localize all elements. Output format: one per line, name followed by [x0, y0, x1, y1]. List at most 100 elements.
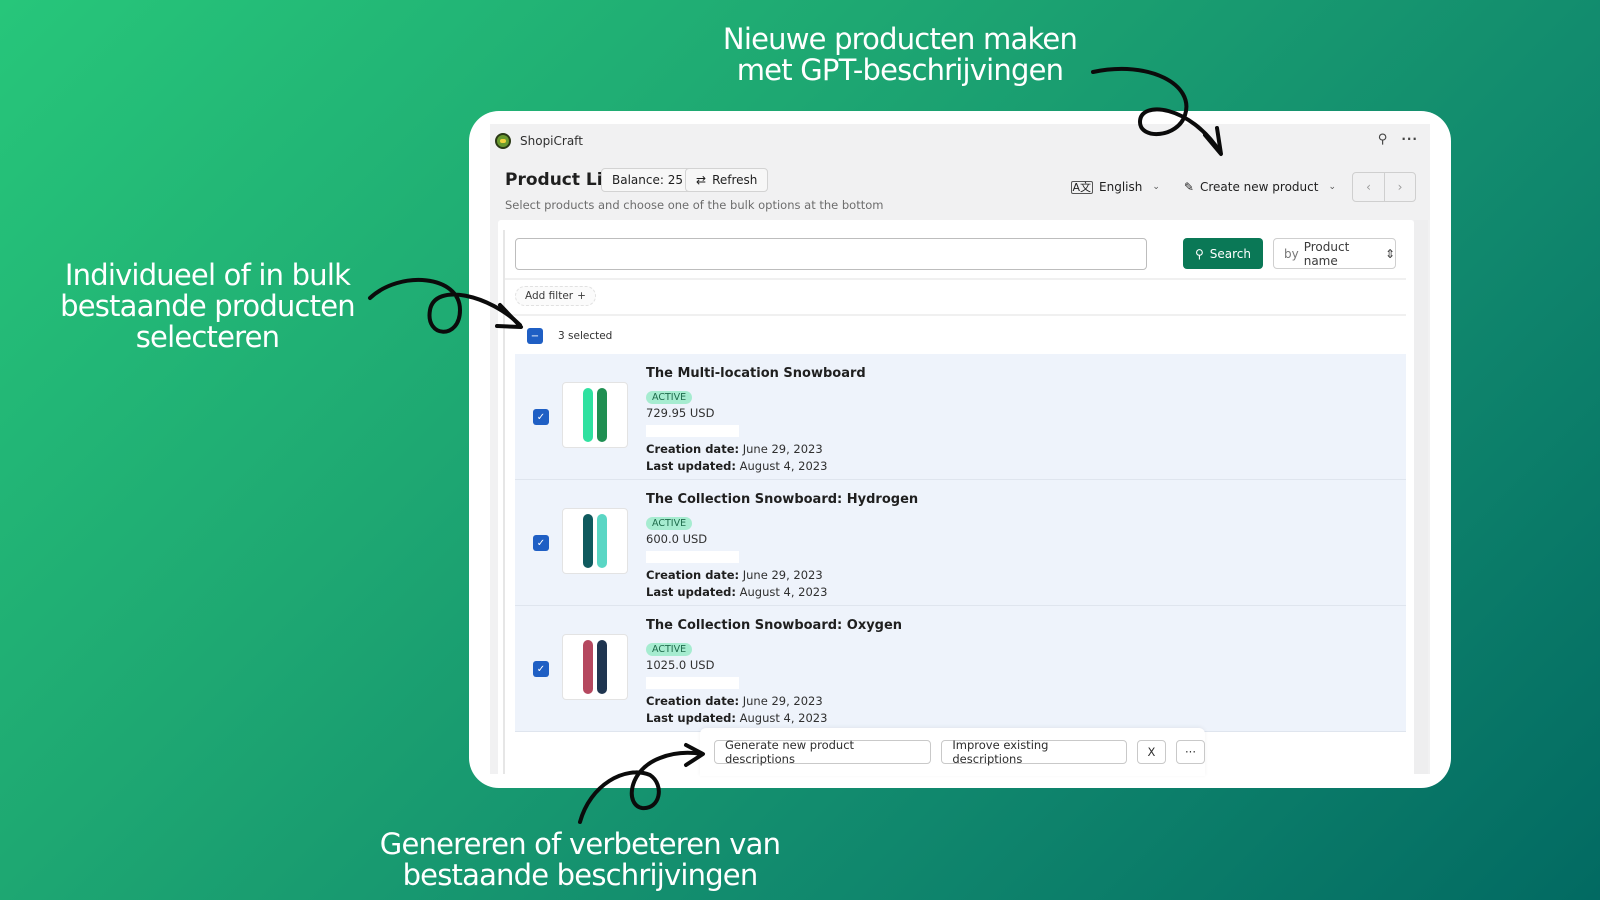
- search-icon: ⚲: [1194, 246, 1204, 261]
- snowboard-image: [597, 514, 607, 568]
- snowboard-image: [583, 514, 593, 568]
- product-thumbnail: [562, 382, 628, 448]
- creation-date-label: Creation date:: [646, 442, 740, 456]
- annotation-line: selecteren: [135, 320, 280, 354]
- last-updated-value: August 4, 2023: [739, 585, 828, 599]
- annotation-line: bestaande producten: [60, 289, 355, 323]
- search-button[interactable]: ⚲ Search: [1183, 238, 1263, 269]
- product-title[interactable]: The Multi-location Snowboard: [646, 366, 866, 385]
- product-title[interactable]: The Collection Snowboard: Hydrogen: [646, 492, 918, 511]
- select-all-row: − 3 selected: [527, 328, 612, 344]
- selected-count: 3 selected: [558, 330, 613, 342]
- product-list: ✓ The Multi-location Snowboard ACTIVE 72…: [515, 354, 1406, 732]
- plus-icon: +: [577, 290, 586, 302]
- creation-date-value: June 29, 2023: [742, 442, 823, 456]
- refresh-label: Refresh: [712, 173, 758, 187]
- select-arrows-icon: ⇕: [1384, 246, 1395, 261]
- search-label: Search: [1209, 246, 1252, 261]
- add-filter-button[interactable]: Add filter +: [515, 286, 596, 306]
- language-selector[interactable]: A文 English ⌄: [1070, 180, 1160, 194]
- sort-value: Product name: [1303, 239, 1350, 268]
- previous-page-button[interactable]: ‹: [1353, 173, 1384, 201]
- shopicraft-logo-icon: [495, 132, 511, 149]
- title-bar: ShopiCraft ⚲ ···: [490, 124, 1430, 157]
- product-row[interactable]: ✓ The Multi-location Snowboard ACTIVE 72…: [515, 354, 1406, 480]
- last-updated-label: Last updated:: [646, 585, 736, 599]
- generate-descriptions-button[interactable]: Generate new product descriptions: [714, 738, 932, 766]
- add-filter-label: Add filter: [525, 290, 574, 302]
- last-updated: Last updated: August 4, 2023: [646, 458, 866, 475]
- annotation-line: Genereren of verbeteren van: [379, 827, 781, 861]
- product-title[interactable]: The Collection Snowboard: Oxygen: [646, 618, 902, 637]
- create-new-product-button[interactable]: ✎ Create new product ⌄: [1184, 180, 1336, 194]
- snowboard-image: [583, 640, 593, 694]
- ai-sparkle-icon: ✎: [1183, 180, 1194, 194]
- translate-icon: A文: [1070, 180, 1094, 194]
- annotation-generate-descriptions: Genereren of verbeteren van bestaande be…: [360, 829, 800, 891]
- last-updated-value: August 4, 2023: [739, 459, 828, 473]
- annotation-line: Individueel of in bulk: [64, 258, 351, 292]
- app-window: ShopiCraft ⚲ ··· Product List Balance: 2…: [490, 124, 1430, 774]
- divider: [505, 314, 1406, 316]
- create-new-product-label: Create new product: [1199, 180, 1319, 194]
- redacted-field: [646, 425, 739, 437]
- creation-date: Creation date: June 29, 2023: [646, 441, 866, 458]
- last-updated-value: August 4, 2023: [739, 711, 828, 725]
- product-row[interactable]: ✓ The Collection Snowboard: Oxygen ACTIV…: [515, 606, 1406, 732]
- more-actions-button[interactable]: ···: [1176, 740, 1205, 764]
- sort-select[interactable]: by Product name ⇕: [1273, 238, 1396, 269]
- bulk-actions-bar: Generate new product descriptions Improv…: [700, 728, 1205, 776]
- product-checkbox[interactable]: ✓: [533, 661, 549, 677]
- last-updated: Last updated: August 4, 2023: [646, 710, 902, 727]
- creation-date-value: June 29, 2023: [742, 694, 823, 708]
- pin-icon[interactable]: ⚲: [1378, 132, 1388, 147]
- app-name: ShopiCraft: [520, 133, 583, 148]
- creation-date: Creation date: June 29, 2023: [646, 567, 918, 584]
- creation-date-label: Creation date:: [646, 694, 740, 708]
- status-badge: ACTIVE: [646, 643, 693, 656]
- chevron-down-icon: ⌄: [1152, 182, 1160, 192]
- refresh-button[interactable]: ⇄ Refresh: [685, 168, 769, 192]
- annotation-line: Nieuwe producten maken: [722, 22, 1078, 56]
- page-header: Product List Balance: 25 ⇄ Refresh Selec…: [505, 168, 1430, 218]
- product-price: 729.95 USD: [646, 406, 715, 420]
- balance-button[interactable]: Balance: 25: [601, 168, 694, 192]
- annotation-create-products: Nieuwe producten maken met GPT-beschrijv…: [700, 24, 1100, 86]
- snowboard-image: [597, 640, 607, 694]
- annotation-select-products: Individueel of in bulk bestaande product…: [30, 260, 385, 353]
- snowboard-image: [597, 388, 607, 442]
- creation-date-value: June 29, 2023: [742, 568, 823, 582]
- snowboard-image: [583, 388, 593, 442]
- status-badge: ACTIVE: [646, 517, 693, 530]
- product-thumbnail: [562, 508, 628, 574]
- creation-date-label: Creation date:: [646, 568, 740, 582]
- chevron-down-icon: ⌄: [1328, 182, 1336, 192]
- product-price: 600.0 USD: [646, 532, 708, 546]
- search-input[interactable]: [515, 238, 1147, 270]
- sort-prefix: by: [1284, 246, 1299, 261]
- page-subtitle: Select products and choose one of the bu…: [505, 198, 884, 212]
- redacted-field: [646, 677, 739, 689]
- more-icon[interactable]: ···: [1401, 132, 1418, 147]
- last-updated-label: Last updated:: [646, 711, 736, 725]
- status-badge: ACTIVE: [646, 391, 693, 404]
- product-thumbnail: [562, 634, 628, 700]
- scrollbar-track[interactable]: [1414, 220, 1428, 774]
- select-all-checkbox[interactable]: −: [527, 328, 543, 344]
- creation-date: Creation date: June 29, 2023: [646, 693, 902, 710]
- redacted-field: [646, 551, 739, 563]
- next-page-button[interactable]: ›: [1384, 173, 1415, 201]
- close-bulk-button[interactable]: X: [1137, 740, 1166, 764]
- language-label: English: [1099, 180, 1143, 194]
- annotation-line: bestaande beschrijvingen: [402, 858, 759, 892]
- last-updated-label: Last updated:: [646, 459, 736, 473]
- product-row[interactable]: ✓ The Collection Snowboard: Hydrogen ACT…: [515, 480, 1406, 606]
- divider: [505, 278, 1406, 280]
- last-updated: Last updated: August 4, 2023: [646, 584, 918, 601]
- product-checkbox[interactable]: ✓: [533, 409, 549, 425]
- product-checkbox[interactable]: ✓: [533, 535, 549, 551]
- pagination: ‹ ›: [1352, 172, 1416, 202]
- improve-descriptions-button[interactable]: Improve existing descriptions: [941, 738, 1127, 766]
- product-panel: ⚲ Search by Product name ⇕ Add filter + …: [498, 220, 1414, 774]
- product-price: 1025.0 USD: [646, 658, 715, 672]
